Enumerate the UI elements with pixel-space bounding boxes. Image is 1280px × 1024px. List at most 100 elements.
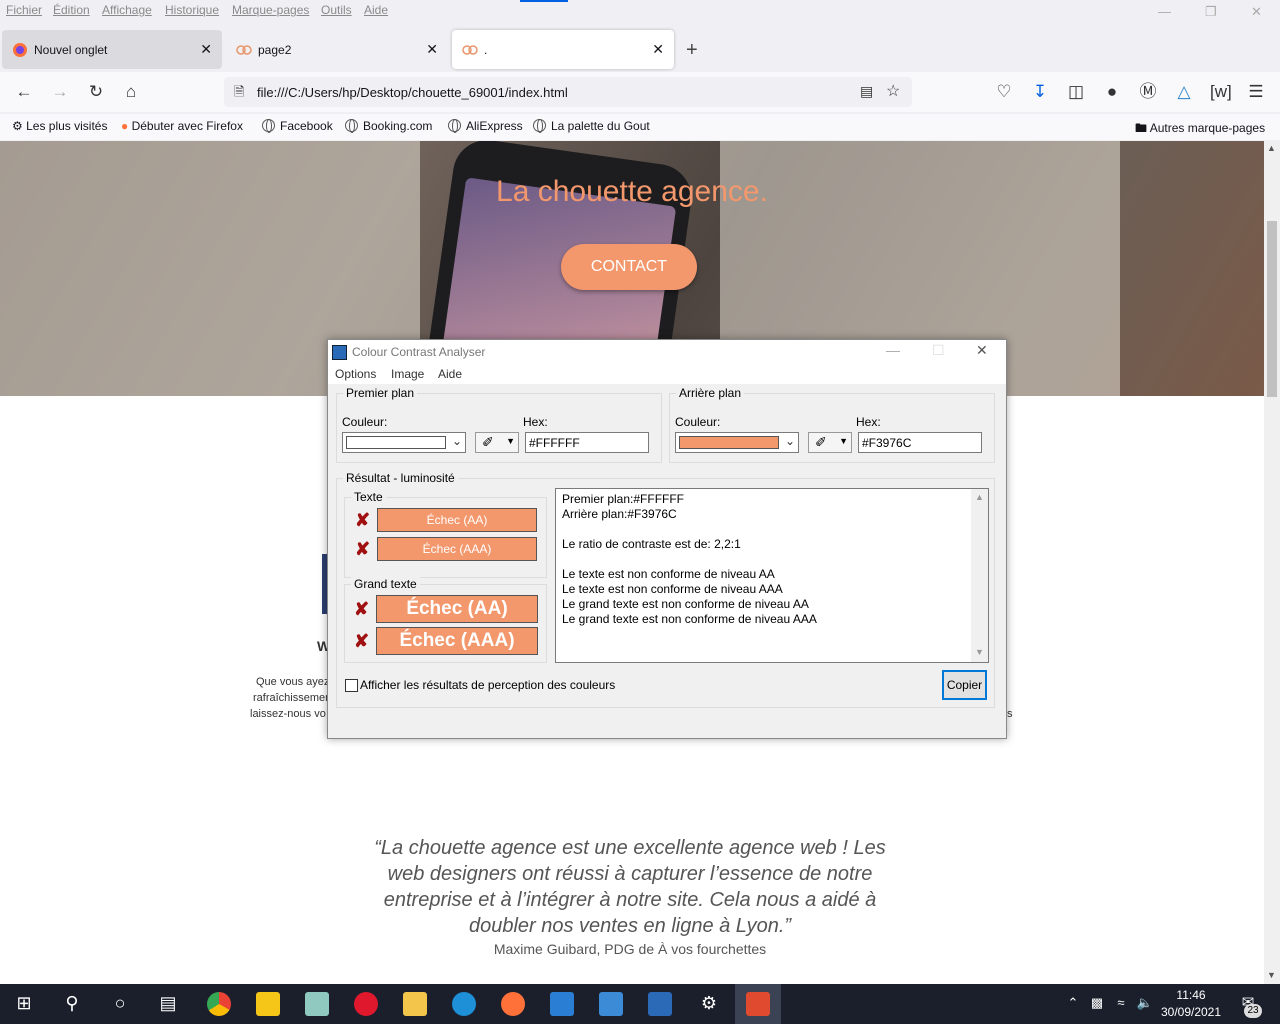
- calendar-icon[interactable]: [550, 992, 574, 1016]
- gear-icon: ⚙: [12, 119, 27, 133]
- scroll-thumb[interactable]: [1267, 221, 1277, 397]
- menu-affichage[interactable]: Affichage: [102, 3, 152, 17]
- colour-contrast-analyser-window: Colour Contrast Analyser — ☐ ✕ Options I…: [327, 339, 1007, 739]
- close-window-icon[interactable]: ✕: [1251, 4, 1262, 20]
- home-icon[interactable]: ⌂: [121, 82, 141, 102]
- wordpress-icon[interactable]: Ⓜ: [1138, 82, 1158, 102]
- edge-icon[interactable]: [452, 992, 476, 1016]
- hero-title: La chouette agence.: [496, 175, 768, 208]
- large-text-aa-result: Échec (AA): [376, 595, 538, 623]
- photos-icon[interactable]: [599, 992, 623, 1016]
- bookmark-facebook[interactable]: Facebook: [262, 119, 333, 133]
- background-colour-select[interactable]: ⌄: [675, 432, 799, 453]
- contact-button[interactable]: CONTACT: [561, 244, 697, 290]
- meet-now-icon[interactable]: ▩: [1085, 991, 1109, 1015]
- cca-taskbar-icon[interactable]: [648, 992, 672, 1016]
- bookmark-label: Facebook: [280, 119, 333, 133]
- back-icon[interactable]: ←: [14, 82, 34, 102]
- menu-outils[interactable]: Outils: [321, 3, 352, 17]
- result-line: Le texte est non conforme de niveau AA: [562, 567, 775, 581]
- web-developer-icon[interactable]: [w]: [1210, 82, 1232, 102]
- bookmark-star-icon[interactable]: ☆: [886, 81, 900, 101]
- reader-view-icon[interactable]: ▤: [860, 83, 873, 100]
- menu-marque-pages[interactable]: Marque-pages: [232, 3, 309, 17]
- dialog-titlebar[interactable]: Colour Contrast Analyser — ☐ ✕: [328, 340, 1006, 364]
- perception-checkbox[interactable]: [345, 679, 358, 692]
- minimize-icon[interactable]: —: [886, 342, 900, 358]
- task-view-icon[interactable]: ▤: [156, 991, 180, 1015]
- scroll-down-icon[interactable]: ▼: [1267, 970, 1276, 980]
- menu-historique[interactable]: Historique: [165, 3, 219, 17]
- volume-icon[interactable]: 🔈: [1133, 991, 1157, 1015]
- reload-icon[interactable]: ↻: [86, 82, 106, 102]
- bookmark-other[interactable]: 🖿 Autres marque-pages: [1135, 119, 1265, 140]
- dialog-menu-aide[interactable]: Aide: [438, 367, 462, 381]
- navigation-toolbar: ← → ↻ ⌂ 🗎 file:///C:/Users/hp/Desktop/ch…: [0, 72, 1280, 112]
- new-tab-button[interactable]: +: [686, 39, 698, 62]
- close-icon[interactable]: ✕: [976, 342, 988, 359]
- download-icon[interactable]: ↧: [1030, 82, 1050, 102]
- background-hex-label: Hex:: [856, 415, 881, 429]
- minimize-icon[interactable]: —: [1158, 4, 1171, 19]
- menu-edition[interactable]: Édition: [53, 3, 90, 17]
- scroll-up-icon[interactable]: ▲: [1267, 143, 1276, 153]
- forward-icon[interactable]: →: [50, 82, 70, 102]
- bookmark-booking[interactable]: Booking.com: [345, 119, 432, 133]
- foreground-eyedropper-button[interactable]: ✐ ▼: [475, 432, 519, 453]
- foreground-colour-select[interactable]: ⌄: [342, 432, 466, 453]
- wave-icon[interactable]: △: [1174, 82, 1194, 102]
- search-icon[interactable]: ⚲: [60, 991, 84, 1015]
- active-app-icon[interactable]: [746, 992, 770, 1016]
- result-line: Le grand texte est non conforme de nivea…: [562, 597, 809, 611]
- menu-aide[interactable]: Aide: [364, 3, 388, 17]
- settings-gear-icon[interactable]: ⚙: [697, 991, 721, 1015]
- cortana-icon[interactable]: ○: [108, 991, 132, 1015]
- restore-icon[interactable]: ❐: [1205, 4, 1217, 20]
- bookmark-debuter-firefox[interactable]: ● Débuter avec Firefox: [121, 119, 243, 133]
- scroll-down-icon[interactable]: ▼: [975, 647, 984, 657]
- clock-time[interactable]: 11:46: [1160, 988, 1222, 1002]
- results-scrollbar[interactable]: ▲ ▼: [971, 489, 988, 662]
- scroll-up-icon[interactable]: ▲: [975, 492, 984, 502]
- menu-fichier[interactable]: Fichier: [6, 3, 42, 17]
- background-hex-input[interactable]: [858, 432, 982, 453]
- tab-active[interactable]: . ✕: [452, 30, 674, 69]
- tab-nouvel-onglet[interactable]: Nouvel onglet ✕: [2, 30, 222, 69]
- perception-label: Afficher les résultats de perception des…: [360, 678, 616, 692]
- globe-icon: [345, 119, 358, 133]
- pocket-icon[interactable]: ♡: [994, 82, 1014, 102]
- file-explorer-icon[interactable]: [403, 992, 427, 1016]
- large-text-aaa-result: Échec (AAA): [376, 627, 538, 655]
- results-text-area[interactable]: Premier plan:#FFFFFF Arrière plan:#F3976…: [555, 488, 989, 663]
- firefox-icon: [13, 43, 27, 57]
- dialog-menu-image[interactable]: Image: [391, 367, 424, 381]
- foreground-hex-input[interactable]: [525, 432, 649, 453]
- clock-date[interactable]: 30/09/2021: [1158, 1005, 1224, 1019]
- page-scrollbar[interactable]: ▲ ▼: [1264, 141, 1280, 984]
- focus-indicator: [520, 0, 568, 2]
- windows-start-icon[interactable]: ⊞: [12, 991, 36, 1015]
- opera-icon[interactable]: [354, 992, 378, 1016]
- close-tab-icon[interactable]: ✕: [200, 41, 212, 58]
- show-hidden-icons-icon[interactable]: ⌃: [1061, 991, 1085, 1015]
- globe-icon: [533, 119, 546, 133]
- app-m-icon[interactable]: [256, 992, 280, 1016]
- firefox-icon[interactable]: [501, 992, 525, 1016]
- tab-page2[interactable]: page2 ✕: [226, 30, 448, 69]
- bookmark-aliexpress[interactable]: AliExpress: [448, 119, 523, 133]
- eyedropper-icon: ✐: [815, 434, 827, 450]
- close-tab-icon[interactable]: ✕: [426, 41, 438, 58]
- hamburger-menu-icon[interactable]: ☰: [1246, 82, 1266, 102]
- bookmark-les-plus-visites[interactable]: ⚙ Les plus visités: [12, 119, 107, 133]
- bookmark-palette-du-gout[interactable]: La palette du Gout: [533, 119, 650, 133]
- extension-icon[interactable]: ●: [1102, 82, 1122, 102]
- dialog-menu-options[interactable]: Options: [335, 367, 376, 381]
- close-tab-icon[interactable]: ✕: [652, 41, 664, 58]
- chrome-icon[interactable]: [207, 992, 231, 1016]
- copy-button[interactable]: Copier: [942, 670, 987, 700]
- sidebar-icon[interactable]: ◫: [1066, 82, 1086, 102]
- background-eyedropper-button[interactable]: ✐ ▼: [808, 432, 852, 453]
- network-icon[interactable]: ≈: [1109, 991, 1133, 1015]
- url-bar[interactable]: 🗎 file:///C:/Users/hp/Desktop/chouette_6…: [224, 77, 912, 107]
- app-notes-icon[interactable]: [305, 992, 329, 1016]
